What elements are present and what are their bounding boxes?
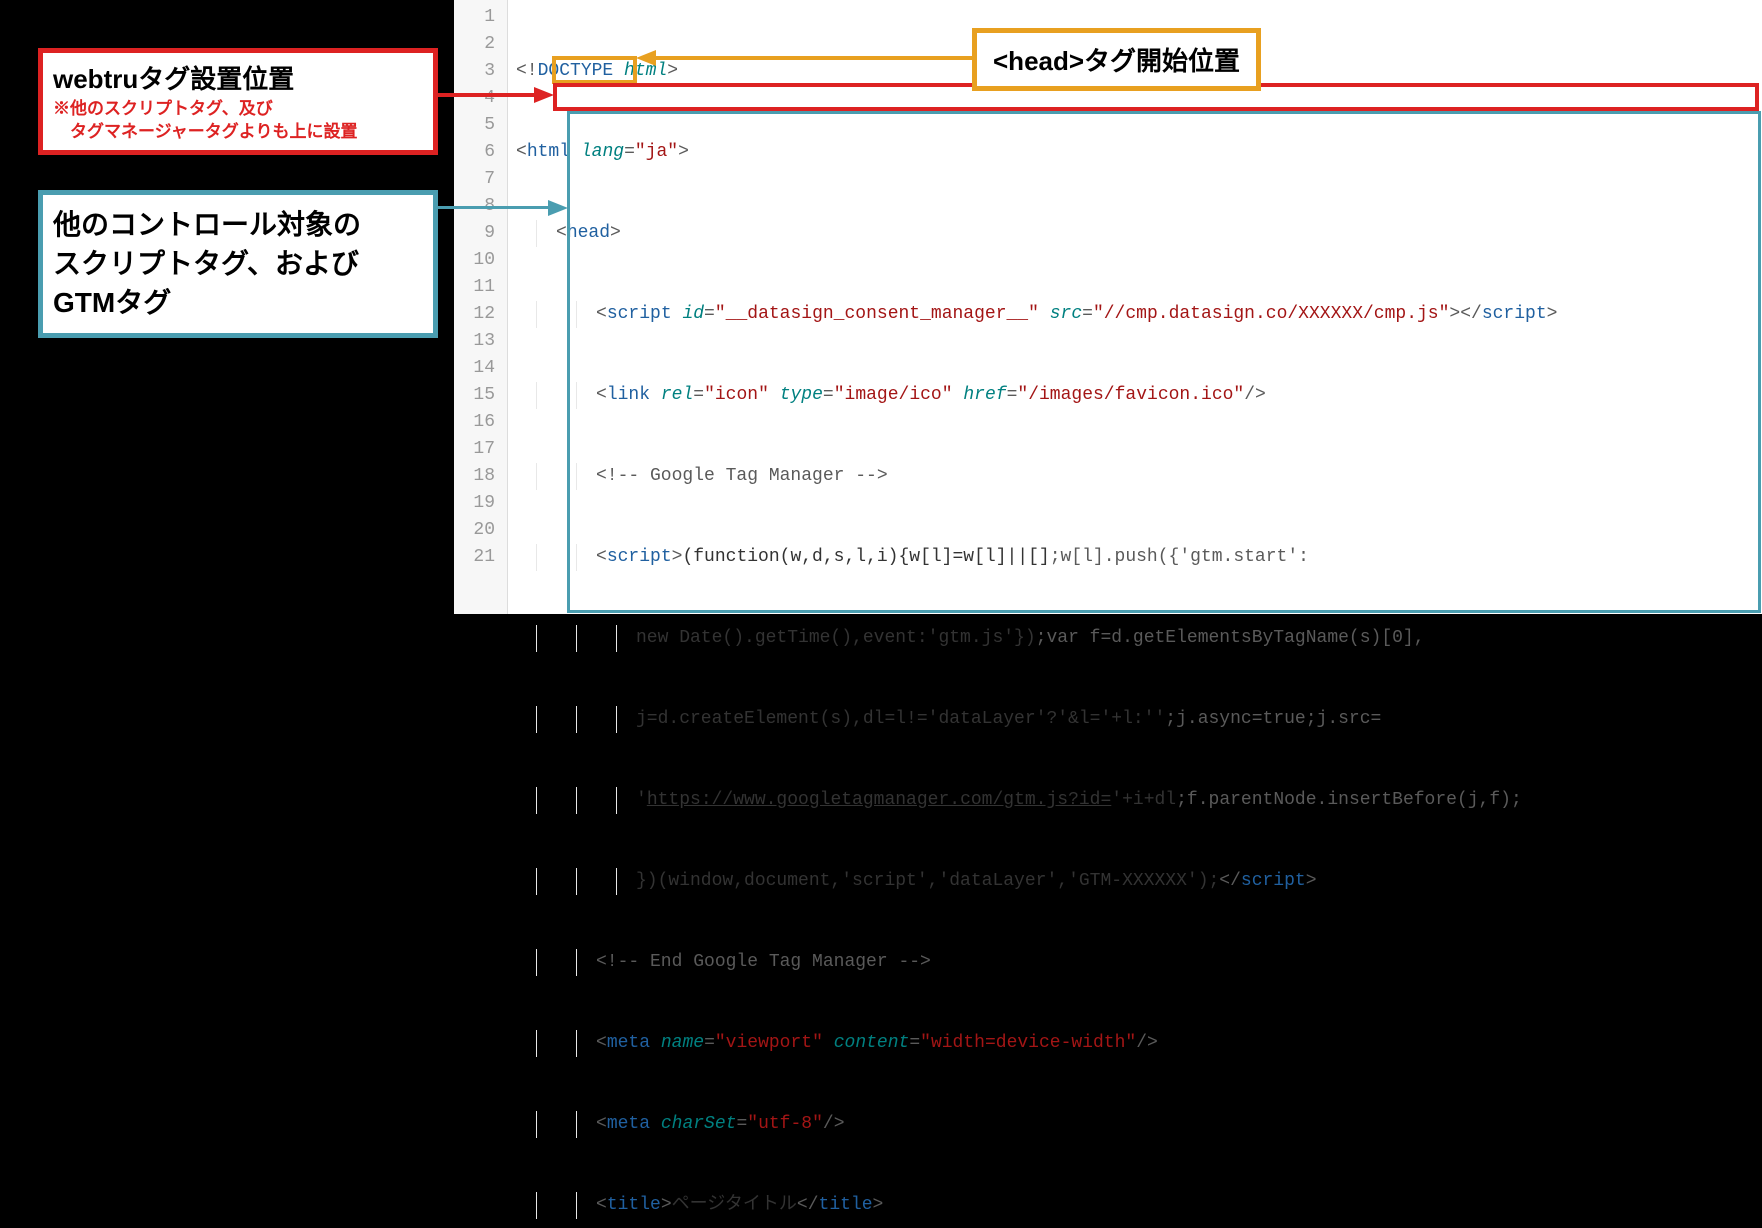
line-number: 21 <box>454 544 507 571</box>
arrow-orange-head-icon <box>636 50 656 66</box>
line-number: 19 <box>454 490 507 517</box>
line-number: 18 <box>454 463 507 490</box>
code-line: <script id="__datasign_consent_manager__… <box>508 301 1762 328</box>
arrow-red-line <box>438 93 538 97</box>
arrow-teal-line <box>438 206 552 209</box>
code-line: })(window,document,'script','dataLayer',… <box>508 868 1762 895</box>
line-number: 12 <box>454 301 507 328</box>
line-number: 16 <box>454 409 507 436</box>
callout-title: <head>タグ開始位置 <box>993 41 1240 78</box>
arrow-red-head-icon <box>534 87 554 103</box>
line-number: 5 <box>454 112 507 139</box>
callout-other-scripts: 他のコントロール対象のスクリプトタグ、およびGTMタグ <box>38 190 438 338</box>
callout-note: ※他のスクリプトタグ、及び タグマネージャータグよりも上に設置 <box>53 98 423 144</box>
code-line: <meta name="viewport" content="width=dev… <box>508 1030 1762 1057</box>
code-line: <link rel="icon" type="image/ico" href="… <box>508 382 1762 409</box>
line-number: 17 <box>454 436 507 463</box>
arrow-orange-line <box>652 56 972 60</box>
line-number: 3 <box>454 58 507 85</box>
code-line: 'https://www.googletagmanager.com/gtm.js… <box>508 787 1762 814</box>
line-number: 7 <box>454 166 507 193</box>
line-number: 1 <box>454 4 507 31</box>
callout-head-position: <head>タグ開始位置 <box>972 28 1261 91</box>
code-editor: 1 2 3 4 5 6 7 8 9 10 11 12 13 14 15 16 1… <box>454 0 1762 614</box>
callout-title: webtruタグ設置位置 <box>53 59 423 96</box>
line-number: 11 <box>454 274 507 301</box>
code-line: <head> <box>508 220 1762 247</box>
line-number: 10 <box>454 247 507 274</box>
line-number: 20 <box>454 517 507 544</box>
arrow-teal-head-icon <box>548 200 568 216</box>
line-number: 6 <box>454 139 507 166</box>
code-line: <script>(function(w,d,s,l,i){w[l]=w[l]||… <box>508 544 1762 571</box>
code-line: <title>ページタイトル</title> <box>508 1192 1762 1219</box>
line-number: 9 <box>454 220 507 247</box>
code-line: <html lang="ja"> <box>508 139 1762 166</box>
code-area[interactable]: <!DOCTYPE html> <html lang="ja"> <head> … <box>508 0 1762 614</box>
line-number: 15 <box>454 382 507 409</box>
line-number: 2 <box>454 31 507 58</box>
line-number: 4 <box>454 85 507 112</box>
code-line: j=d.createElement(s),dl=l!='dataLayer'?'… <box>508 706 1762 733</box>
code-line: <!-- Google Tag Manager --> <box>508 463 1762 490</box>
line-number: 13 <box>454 328 507 355</box>
code-line: <!-- End Google Tag Manager --> <box>508 949 1762 976</box>
callout-title: 他のコントロール対象のスクリプトタグ、およびGTMタグ <box>53 205 423 323</box>
code-line: <meta charSet="utf-8"/> <box>508 1111 1762 1138</box>
line-number: 14 <box>454 355 507 382</box>
code-line: new Date().getTime(),event:'gtm.js'});va… <box>508 625 1762 652</box>
callout-webtru-position: webtruタグ設置位置 ※他のスクリプトタグ、及び タグマネージャータグよりも… <box>38 48 438 155</box>
